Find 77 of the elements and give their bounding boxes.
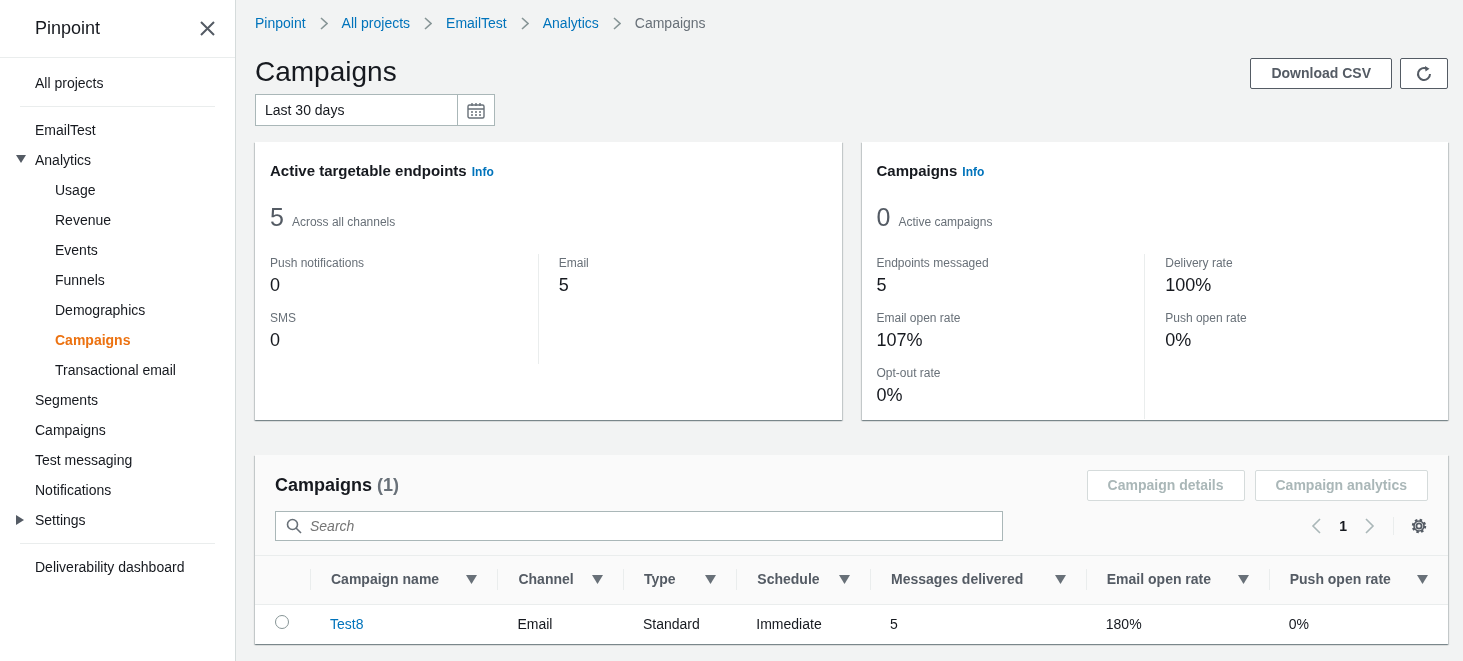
table-cell: 180% xyxy=(1105,615,1142,632)
close-icon[interactable] xyxy=(200,21,215,36)
sort-caret-icon[interactable] xyxy=(466,575,478,585)
metric-label: Delivery rate xyxy=(1165,255,1234,272)
settings-icon[interactable] xyxy=(1393,517,1428,535)
sort-caret-icon[interactable] xyxy=(705,575,717,585)
card-title: Active targetable endpoints xyxy=(270,161,467,181)
metric-value: 5 xyxy=(558,274,570,297)
sort-caret-icon[interactable] xyxy=(1237,575,1249,585)
download-csv-button[interactable]: Download CSV xyxy=(1250,58,1392,89)
metric-value: 107% xyxy=(876,329,924,352)
table-cell: Email xyxy=(517,615,553,632)
metric-label: Email xyxy=(558,255,590,272)
chevron-right-icon xyxy=(424,16,433,30)
sort-caret-icon[interactable] xyxy=(1054,575,1066,585)
sidebar-item[interactable]: Events xyxy=(0,235,235,265)
metric-label: SMS xyxy=(270,310,297,327)
date-range-field[interactable]: Last 30 days xyxy=(255,94,495,126)
sidebar-item[interactable]: Settings xyxy=(0,505,235,535)
sidebar-item[interactable]: Funnels xyxy=(0,265,235,295)
refresh-button[interactable] xyxy=(1400,58,1448,89)
breadcrumb-link[interactable]: EmailTest xyxy=(446,12,507,34)
sidebar-item[interactable]: Usage xyxy=(0,175,235,205)
metric-total: 5 xyxy=(270,201,284,233)
metric-label: Opt-out rate xyxy=(876,365,942,382)
metric-caption: Active campaigns xyxy=(898,213,993,231)
sidebar-item[interactable]: Deliverability dashboard xyxy=(0,552,235,582)
sidebar-title: Pinpoint xyxy=(35,17,101,40)
metric-label: Push notifications xyxy=(270,255,366,272)
breadcrumb-link[interactable]: All projects xyxy=(341,12,411,34)
metric-value: 0% xyxy=(876,384,904,407)
column-header[interactable]: Type xyxy=(643,569,676,591)
card-title: Campaigns xyxy=(876,161,958,181)
search-icon xyxy=(286,518,302,534)
page-number[interactable]: 1 xyxy=(1339,515,1347,537)
caret-icon[interactable] xyxy=(16,155,26,163)
table-title: Campaigns (1) xyxy=(275,474,400,497)
search-field[interactable]: Search xyxy=(275,511,1003,541)
sidebar-item[interactable]: Transactional email xyxy=(0,355,235,385)
metric-value: 0% xyxy=(1165,329,1193,352)
table-cell: Immediate xyxy=(756,615,822,632)
metric-caption: Across all channels xyxy=(291,213,396,231)
metric-total: 0 xyxy=(876,201,891,233)
metric-label: Endpoints messaged xyxy=(876,255,990,272)
metric-label: Push open rate xyxy=(1165,310,1248,327)
metric-value: 100% xyxy=(1165,274,1213,297)
chevron-right-icon xyxy=(612,16,621,30)
sidebar-item[interactable]: Test messaging xyxy=(0,445,235,475)
campaign-link[interactable]: Test8 xyxy=(330,615,364,632)
page-title: Campaigns xyxy=(255,58,398,86)
sidebar-item[interactable]: EmailTest xyxy=(0,115,235,145)
metric-value: 0 xyxy=(270,274,281,297)
table-cell: 5 xyxy=(890,615,898,632)
sidebar-item[interactable]: All projects xyxy=(0,68,235,98)
sidebar-item[interactable]: Notifications xyxy=(0,475,235,505)
table-cell: Standard xyxy=(642,615,700,632)
sidebar-item[interactable]: Analytics xyxy=(0,145,235,175)
info-link[interactable]: Info xyxy=(471,163,494,181)
breadcrumb-link[interactable]: Pinpoint xyxy=(255,12,306,34)
metric-value: 5 xyxy=(876,274,888,297)
metric-value: 0 xyxy=(270,329,281,352)
chevron-right-icon xyxy=(520,16,529,30)
metric-label: Email open rate xyxy=(876,310,962,327)
sort-caret-icon[interactable] xyxy=(591,575,603,585)
info-link[interactable]: Info xyxy=(962,163,985,181)
sidebar-item[interactable]: Revenue xyxy=(0,205,235,235)
breadcrumb-link[interactable]: Analytics xyxy=(542,12,599,34)
sort-caret-icon[interactable] xyxy=(1417,575,1428,585)
table-cell: 0% xyxy=(1288,615,1309,632)
refresh-icon xyxy=(1415,65,1433,84)
caret-icon[interactable] xyxy=(16,515,24,525)
breadcrumb-current: Campaigns xyxy=(634,13,706,33)
sidebar-item[interactable]: Segments xyxy=(0,385,235,415)
sidebar-item[interactable]: Demographics xyxy=(0,295,235,325)
sort-caret-icon[interactable] xyxy=(839,575,851,585)
chevron-right-icon xyxy=(319,16,328,30)
sidebar-item[interactable]: Campaigns xyxy=(0,415,235,445)
